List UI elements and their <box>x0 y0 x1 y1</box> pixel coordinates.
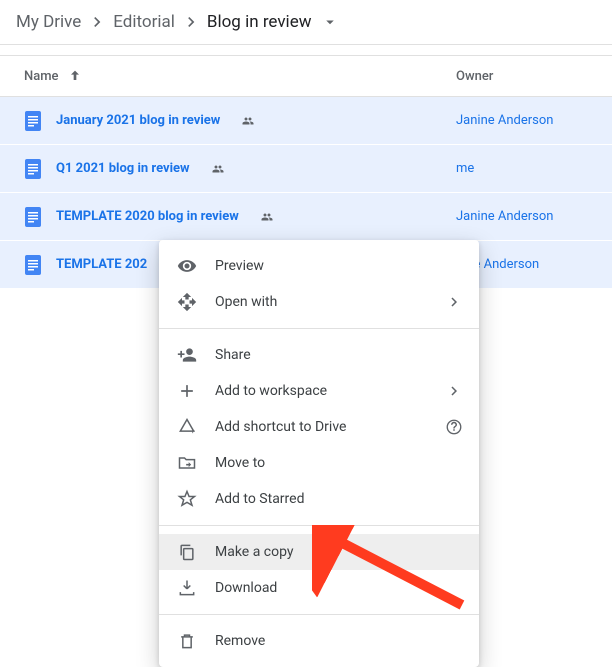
menu-label: Download <box>215 580 277 596</box>
divider <box>159 525 479 526</box>
person-add-icon <box>175 345 199 365</box>
plus-icon <box>175 381 199 401</box>
menu-add-starred[interactable]: Add to Starred <box>159 481 479 517</box>
table-row[interactable]: January 2021 blog in review Janine Ander… <box>0 97 612 145</box>
menu-label: Open with <box>215 294 277 310</box>
table-row[interactable]: TEMPLATE 2020 blog in review Janine Ande… <box>0 193 612 241</box>
file-name: January 2021 blog in review <box>56 113 220 128</box>
breadcrumb-item-current[interactable]: Blog in review <box>207 12 312 32</box>
menu-remove[interactable]: Remove <box>159 623 479 659</box>
chevron-right-icon <box>181 12 201 32</box>
chevron-right-icon <box>445 382 463 400</box>
shared-icon <box>240 115 256 127</box>
breadcrumb-item-editorial[interactable]: Editorial <box>113 12 175 32</box>
file-owner: me <box>456 161 596 176</box>
context-menu: Preview Open with Share Add to workspace… <box>159 240 479 667</box>
column-owner-label: Owner <box>456 69 493 84</box>
google-doc-icon <box>24 254 42 276</box>
shared-icon <box>210 163 226 175</box>
google-doc-icon <box>24 158 42 180</box>
open-with-icon <box>175 292 199 312</box>
divider <box>159 328 479 329</box>
menu-add-workspace[interactable]: Add to workspace <box>159 373 479 409</box>
menu-label: Add to Starred <box>215 491 304 507</box>
menu-move-to[interactable]: Move to <box>159 445 479 481</box>
column-name-label: Name <box>24 69 59 84</box>
star-icon <box>175 489 199 509</box>
help-icon <box>445 418 463 436</box>
menu-download[interactable]: Download <box>159 570 479 606</box>
divider <box>159 614 479 615</box>
chevron-right-icon <box>87 12 107 32</box>
download-icon <box>175 578 199 598</box>
shared-icon <box>259 211 275 223</box>
menu-label: Make a copy <box>215 544 294 560</box>
menu-share[interactable]: Share <box>159 337 479 373</box>
menu-label: Share <box>215 347 251 363</box>
menu-make-copy[interactable]: Make a copy <box>159 534 479 570</box>
caret-down-icon[interactable] <box>321 13 339 31</box>
chevron-right-icon <box>445 293 463 311</box>
sort-asc-icon <box>67 68 83 84</box>
menu-label: Add shortcut to Drive <box>215 419 346 435</box>
menu-open-with[interactable]: Open with <box>159 284 479 320</box>
breadcrumb-item-my-drive[interactable]: My Drive <box>16 12 81 32</box>
breadcrumb: My Drive Editorial Blog in review <box>0 0 612 45</box>
folder-move-icon <box>175 453 199 473</box>
drive-shortcut-icon: + <box>175 417 199 437</box>
google-doc-icon <box>24 206 42 228</box>
file-owner: Janine Anderson <box>456 113 596 128</box>
menu-add-shortcut[interactable]: + Add shortcut to Drive <box>159 409 479 445</box>
svg-text:+: + <box>190 427 195 437</box>
eye-icon <box>175 256 199 276</box>
menu-preview[interactable]: Preview <box>159 248 479 284</box>
menu-label: Add to workspace <box>215 383 327 399</box>
table-row[interactable]: Q1 2021 blog in review me <box>0 145 612 193</box>
google-doc-icon <box>24 110 42 132</box>
menu-label: Preview <box>215 258 264 274</box>
column-header-owner[interactable]: Owner <box>456 69 596 84</box>
file-owner: Janine Anderson <box>456 209 596 224</box>
column-header-row: Name Owner <box>0 55 612 97</box>
file-name: TEMPLATE 2020 blog in review <box>56 209 239 224</box>
menu-label: Move to <box>215 455 265 471</box>
file-name: Q1 2021 blog in review <box>56 161 190 176</box>
column-header-name[interactable]: Name <box>24 68 456 84</box>
copy-icon <box>175 542 199 562</box>
file-name: TEMPLATE 202 <box>56 257 147 272</box>
trash-icon <box>175 631 199 651</box>
